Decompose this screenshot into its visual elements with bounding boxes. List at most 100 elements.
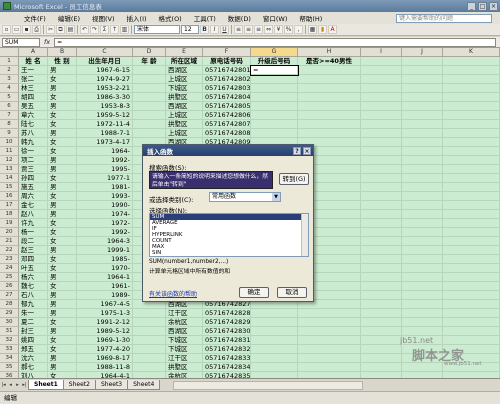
table-cell[interactable]: 男 [48, 273, 77, 282]
menu-help[interactable]: 帮助(H) [293, 13, 328, 23]
row-header[interactable]: 2 [0, 66, 19, 75]
table-cell[interactable] [133, 102, 166, 111]
table-cell[interactable]: 余杭区 [166, 318, 203, 327]
table-cell[interactable]: 1967-4-5 [77, 300, 133, 309]
table-cell[interactable] [361, 255, 402, 264]
function-item[interactable]: SIN [150, 250, 308, 256]
table-cell[interactable] [361, 336, 402, 345]
function-list[interactable]: SUM AVERAGE IF HYPERLINK COUNT MAX SIN [149, 213, 309, 257]
table-cell[interactable]: 男 [48, 84, 77, 93]
table-cell[interactable]: 1975-1-3 [77, 309, 133, 318]
function-help-link[interactable]: 有关该函数的帮助 [149, 289, 197, 298]
header-cell[interactable] [361, 57, 402, 66]
table-cell[interactable]: 1989-5-12 [77, 327, 133, 336]
table-cell[interactable]: 男 [48, 327, 77, 336]
table-cell[interactable]: 夏二 [19, 318, 48, 327]
table-cell[interactable] [361, 165, 402, 174]
table-cell[interactable] [133, 75, 166, 84]
table-cell[interactable]: 男 [48, 291, 77, 300]
table-cell[interactable]: 封三 [19, 327, 48, 336]
name-box[interactable]: SUM [2, 37, 40, 47]
row-header[interactable]: 9 [0, 129, 19, 138]
row-header[interactable]: 21 [0, 237, 19, 246]
table-cell[interactable] [298, 354, 361, 363]
align-right-icon[interactable]: ≡ [254, 25, 263, 34]
table-cell[interactable] [402, 75, 443, 84]
table-cell[interactable] [361, 228, 402, 237]
table-cell[interactable]: 1969-1-30 [77, 336, 133, 345]
table-cell[interactable]: 05716742834 [203, 363, 251, 372]
table-cell[interactable] [443, 174, 500, 183]
table-cell[interactable] [361, 201, 402, 210]
copy-icon[interactable]: ⧉ [56, 25, 65, 34]
table-cell[interactable] [402, 201, 443, 210]
table-cell[interactable] [402, 165, 443, 174]
underline-icon[interactable]: U [220, 25, 229, 34]
table-cell[interactable]: 1992- [77, 156, 133, 165]
open-icon[interactable]: ▭ [12, 25, 21, 34]
column-header[interactable]: A [19, 48, 48, 57]
table-cell[interactable] [361, 291, 402, 300]
row-header[interactable]: 13 [0, 165, 19, 174]
table-cell[interactable]: 下城区 [166, 345, 203, 354]
table-cell[interactable]: 女 [48, 147, 77, 156]
table-cell[interactable] [402, 84, 443, 93]
table-cell[interactable]: 女 [48, 237, 77, 246]
row-header[interactable]: 34 [0, 354, 19, 363]
table-cell[interactable] [443, 291, 500, 300]
table-cell[interactable] [443, 102, 500, 111]
table-cell[interactable]: 陆七 [19, 120, 48, 129]
row-header[interactable]: 17 [0, 201, 19, 210]
table-cell[interactable] [251, 84, 298, 93]
header-cell[interactable]: 是否>=40男性 [298, 57, 361, 66]
row-header[interactable]: 30 [0, 318, 19, 327]
table-cell[interactable]: 赵三 [19, 246, 48, 255]
table-cell[interactable] [443, 66, 500, 75]
align-left-icon[interactable]: ≡ [234, 25, 243, 34]
header-cell[interactable]: 年 龄 [133, 57, 166, 66]
table-cell[interactable]: 吴五 [19, 102, 48, 111]
table-cell[interactable]: 女 [48, 219, 77, 228]
table-cell[interactable] [443, 111, 500, 120]
table-cell[interactable]: 男 [48, 156, 77, 165]
table-cell[interactable] [251, 327, 298, 336]
table-cell[interactable] [133, 327, 166, 336]
table-cell[interactable]: 05716742802 [203, 75, 251, 84]
table-cell[interactable] [298, 129, 361, 138]
row-header[interactable]: 23 [0, 255, 19, 264]
table-cell[interactable]: 1953-8-3 [77, 102, 133, 111]
table-cell[interactable] [402, 255, 443, 264]
table-cell[interactable] [298, 336, 361, 345]
table-cell[interactable]: 1972-11-4 [77, 120, 133, 129]
row-header[interactable]: 35 [0, 363, 19, 372]
table-cell[interactable]: 章六 [19, 111, 48, 120]
cut-icon[interactable]: ✂ [46, 25, 55, 34]
table-cell[interactable]: 1970- [77, 264, 133, 273]
header-cell[interactable] [402, 57, 443, 66]
header-cell[interactable]: 所在区域 [166, 57, 203, 66]
row-header[interactable]: 12 [0, 156, 19, 165]
font-color-icon[interactable]: A [328, 25, 337, 34]
table-cell[interactable]: 女 [48, 93, 77, 102]
table-cell[interactable]: 石八 [19, 291, 48, 300]
table-cell[interactable] [443, 138, 500, 147]
table-cell[interactable] [402, 111, 443, 120]
table-cell[interactable] [361, 66, 402, 75]
table-cell[interactable] [361, 363, 402, 372]
table-cell[interactable] [361, 102, 402, 111]
print-icon[interactable]: ⎙ [32, 25, 41, 34]
table-cell[interactable]: 05716742806 [203, 111, 251, 120]
table-cell[interactable]: 韩九 [19, 138, 48, 147]
bold-icon[interactable]: B [200, 25, 209, 34]
header-cell[interactable]: 性 别 [48, 57, 77, 66]
autosum-icon[interactable]: Σ [100, 25, 109, 34]
table-cell[interactable] [298, 66, 361, 75]
table-cell[interactable]: 05716742833 [203, 354, 251, 363]
table-cell[interactable]: 05716742830 [203, 327, 251, 336]
table-cell[interactable]: 周六 [19, 192, 48, 201]
table-cell[interactable] [251, 93, 298, 102]
table-cell[interactable]: 1964-1 [77, 273, 133, 282]
table-cell[interactable] [443, 93, 500, 102]
table-cell[interactable]: 女 [48, 138, 77, 147]
table-cell[interactable]: 1988-11-8 [77, 363, 133, 372]
